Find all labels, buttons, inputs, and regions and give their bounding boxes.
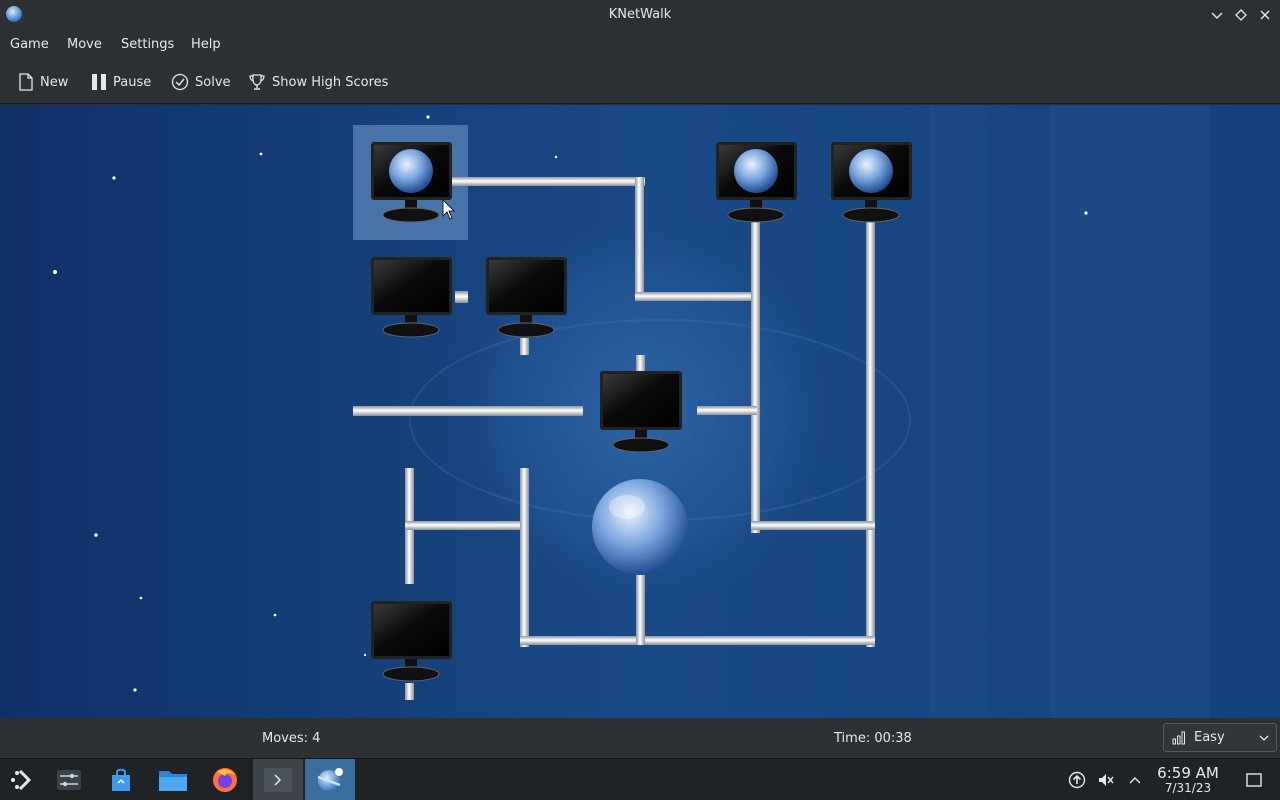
new-button[interactable]: New [18,71,68,93]
status-bar: Moves: 4 Time: 00:38 Easy [0,718,1280,758]
update-notifier-icon[interactable] [1066,769,1088,791]
system-tray-expand-icon[interactable] [1124,769,1146,791]
diamond-icon [1235,9,1247,21]
terminal-icon [264,768,292,792]
minimize-button[interactable] [1206,4,1228,26]
window-title: KNetWalk [608,7,672,22]
trophy-icon [249,74,265,90]
clock-time[interactable]: 6:59 AM [1155,764,1221,782]
new-document-icon [19,73,33,91]
title-bar: KNetWalk [0,0,1280,29]
pause-button[interactable]: Pause [91,71,151,93]
firefox-icon [213,768,237,792]
game-board[interactable] [0,105,1280,718]
signal-bars-icon [1172,731,1185,744]
server-globe[interactable] [592,479,688,575]
settings-sliders-icon [57,770,81,790]
knetwalk-icon [317,768,343,792]
pause-icon [92,74,106,90]
chevron-down-icon [1259,735,1269,741]
difficulty-value: Easy [1194,730,1225,745]
toolbar: New Pause Solve Show High Scores [0,59,1280,104]
solve-button[interactable]: Solve [171,71,231,93]
menu-move[interactable]: Move [67,37,102,52]
time-counter: Time: 00:38 [834,731,912,746]
high-scores-label: Show High Scores [272,74,389,90]
discover-taskbar-button[interactable] [98,759,144,800]
difficulty-select[interactable]: Easy [1163,723,1277,752]
shopping-bag-icon [112,768,130,791]
show-high-scores-button[interactable]: Show High Scores [248,71,388,93]
moves-counter: Moves: 4 [262,731,321,746]
konsole-taskbar-button[interactable] [253,759,303,800]
maximize-button[interactable] [1230,4,1252,26]
check-circle-icon [171,73,189,91]
knetwalk-taskbar-button[interactable] [305,759,355,800]
system-settings-taskbar-button[interactable] [46,759,92,800]
application-launcher-button[interactable] [0,759,46,800]
close-icon [1260,10,1270,20]
steamdeck-launcher-icon [11,769,32,791]
volume-muted-icon[interactable] [1095,769,1117,791]
show-desktop-icon[interactable] [1243,769,1265,791]
game-board-area[interactable] [0,105,1280,718]
firefox-taskbar-button[interactable] [202,759,248,800]
taskbar: 6:59 AM 7/31/23 [0,758,1280,800]
pause-label: Pause [113,74,152,90]
file-manager-taskbar-button[interactable] [150,759,196,800]
new-label: New [40,74,69,90]
close-button[interactable] [1254,4,1276,26]
menu-bar: Game Move Settings Help [0,29,1280,59]
solve-label: Solve [195,74,231,90]
clock-date[interactable]: 7/31/23 [1155,781,1221,795]
menu-settings[interactable]: Settings [121,37,174,52]
menu-game[interactable]: Game [10,37,49,52]
menu-help[interactable]: Help [191,37,221,52]
chevron-down-icon [1211,12,1223,19]
folder-icon [159,771,187,791]
